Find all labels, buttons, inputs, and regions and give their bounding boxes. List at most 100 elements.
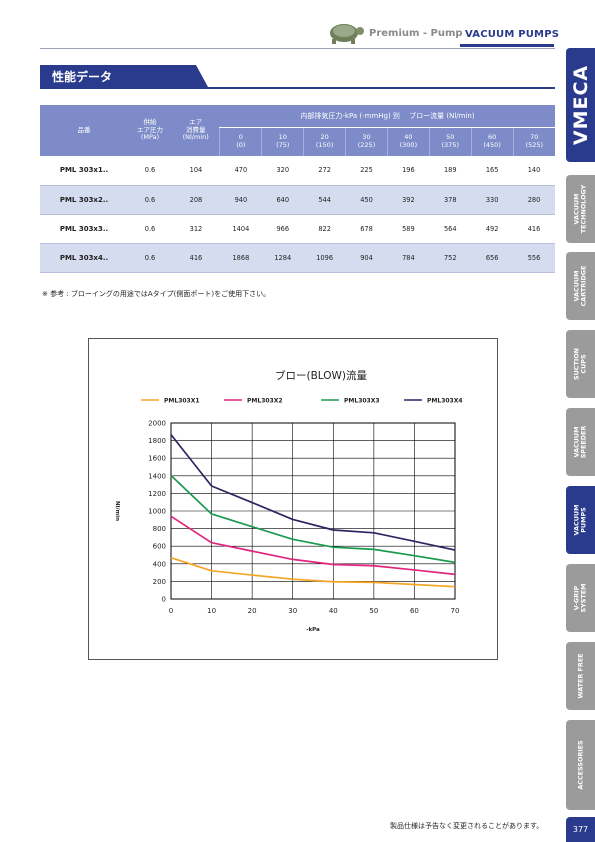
flow-cell: 784 bbox=[387, 243, 430, 272]
side-tab-label: WATER FREE bbox=[575, 653, 584, 699]
side-tab[interactable]: VACUUM SPEEDER bbox=[566, 408, 595, 476]
side-tab-label: VACUUM CARTRIDGE bbox=[572, 265, 588, 307]
brand-tab[interactable]: VMECA bbox=[566, 48, 595, 162]
turtle-logo-icon bbox=[330, 24, 364, 44]
model-cell: PML 303x1.. bbox=[59, 166, 109, 175]
side-tab[interactable]: VACUUM TECHNOLOGY bbox=[566, 175, 595, 243]
flow-cell: 1284 bbox=[261, 243, 304, 272]
x-tick-label: 60 bbox=[410, 607, 419, 615]
col-air-header: エア 消費量 (Nl/min) bbox=[171, 105, 220, 156]
flow-cell: 640 bbox=[261, 185, 304, 214]
col-model-header: 品番 bbox=[40, 105, 128, 156]
pressure-header: 50 (375) bbox=[428, 127, 472, 156]
flow-cell: 272 bbox=[318, 166, 331, 175]
table-row: PML 303x2.. 0.6 208 940 640 544 450 392 378 330 28… bbox=[40, 185, 555, 214]
flow-cell: 196 bbox=[402, 166, 415, 175]
footer-note: 製品仕様は予告なく変更されることがあります。 bbox=[390, 822, 544, 830]
x-tick-label: 20 bbox=[248, 607, 257, 615]
y-tick-label: 200 bbox=[153, 578, 166, 586]
air-consumption-cell: 416 bbox=[171, 243, 220, 272]
flow-cell: 320 bbox=[276, 166, 290, 175]
page-number: 377 bbox=[566, 817, 595, 842]
y-tick-label: 1200 bbox=[148, 490, 166, 498]
brand-logo: VMECA bbox=[569, 64, 592, 146]
header-premium-pump: Premium - Pump bbox=[369, 28, 463, 39]
table-row: PML 303x1.. 0.6 104 470 320 272 225 196 189 165 14… bbox=[40, 156, 555, 185]
air-consumption-cell: 312 bbox=[189, 224, 203, 233]
supply-pressure-cell: 0.6 bbox=[144, 224, 156, 233]
series-line bbox=[170, 434, 456, 551]
y-tick-label: 600 bbox=[153, 543, 166, 551]
col-supply-header: 供給 エア圧力 (MPa) bbox=[127, 105, 172, 156]
x-tick-label: 30 bbox=[288, 607, 297, 615]
supply-pressure-cell: 0.6 bbox=[127, 243, 172, 272]
table-header-row: 品番 供給 エア圧力 (MPa) エア 消費量 (Nl/min) 内部排気圧力-kPa … bbox=[40, 105, 555, 156]
flow-cell: 492 bbox=[485, 224, 499, 233]
pressure-header: 0 (0) bbox=[219, 127, 262, 156]
flow-cell: 1404 bbox=[232, 224, 250, 233]
flow-cell: 940 bbox=[219, 185, 262, 214]
x-tick-label: 0 bbox=[169, 607, 173, 615]
y-tick-label: 1400 bbox=[148, 472, 166, 480]
air-consumption-cell: 104 bbox=[189, 166, 203, 175]
side-tab[interactable]: ACCESSORIES bbox=[566, 720, 595, 810]
chart-svg: ブロー(BLOW)流量 PML303X1 PML303X2 PML303X3 PML30… bbox=[114, 369, 463, 633]
flow-cell: 330 bbox=[471, 185, 514, 214]
flow-cell: 556 bbox=[513, 243, 555, 272]
section-title: 性能データ bbox=[52, 70, 113, 84]
model-cell: PML 303x2.. bbox=[40, 185, 128, 214]
pressure-header: 60 (450) bbox=[470, 127, 514, 156]
chart-title: ブロー(BLOW)流量 bbox=[275, 369, 368, 382]
flow-cell: 189 bbox=[443, 166, 457, 175]
flow-cell: 589 bbox=[402, 224, 415, 233]
blow-flow-chart: ブロー(BLOW)流量 PML303X1 PML303X2 PML303X3 PML30… bbox=[88, 338, 498, 660]
legend-label: PML303X2 bbox=[247, 398, 283, 405]
pressure-header: 10 (75) bbox=[261, 127, 304, 156]
flow-cell: 678 bbox=[360, 224, 373, 233]
flow-cell: 1096 bbox=[303, 243, 346, 272]
legend-label: PML303X1 bbox=[164, 398, 200, 405]
side-tab[interactable]: WATER FREE bbox=[566, 642, 595, 710]
flow-cell: 140 bbox=[527, 166, 541, 175]
flow-cell: 225 bbox=[360, 166, 373, 175]
side-tab[interactable]: V-GRIP SYSTEM bbox=[566, 564, 595, 632]
flow-cell: 752 bbox=[429, 243, 472, 272]
flow-cell: 280 bbox=[513, 185, 555, 214]
flow-cell: 904 bbox=[345, 243, 388, 272]
x-tick-label: 40 bbox=[329, 607, 338, 615]
legend-label: PML303X4 bbox=[427, 398, 463, 405]
supply-pressure-cell: 0.6 bbox=[144, 166, 156, 175]
flow-cell: 450 bbox=[345, 185, 388, 214]
y-tick-label: 1000 bbox=[148, 508, 166, 516]
section-underline bbox=[40, 87, 555, 89]
header-accent-bar bbox=[460, 44, 554, 47]
flow-cell: 544 bbox=[303, 185, 346, 214]
flow-cell: 656 bbox=[471, 243, 514, 272]
flow-cell: 165 bbox=[485, 166, 499, 175]
flow-cell: 378 bbox=[429, 185, 472, 214]
side-tab[interactable]: VACUUM PUMPS bbox=[566, 486, 595, 554]
side-tab-label: ACCESSORIES bbox=[575, 740, 584, 790]
flow-cell: 966 bbox=[276, 224, 290, 233]
model-cell: PML 303x3.. bbox=[59, 224, 109, 233]
flow-cell: 416 bbox=[527, 224, 541, 233]
y-tick-label: 2000 bbox=[148, 420, 166, 428]
legend-label: PML303X3 bbox=[344, 398, 380, 405]
air-consumption-cell: 208 bbox=[171, 185, 220, 214]
col-group-header: 内部排気圧力-kPa (-mmHg) 別 ブロー流量 (Nl/min) bbox=[219, 105, 555, 128]
side-tab-label: SUCTION CUPS bbox=[572, 348, 588, 380]
flow-cell: 470 bbox=[234, 166, 248, 175]
pressure-header: 20 (150) bbox=[303, 127, 346, 156]
side-tab-label: V-GRIP SYSTEM bbox=[572, 583, 588, 613]
side-tab-label: VACUUM PUMPS bbox=[572, 504, 588, 536]
pressure-header: 70 (525) bbox=[512, 127, 555, 156]
side-tab[interactable]: SUCTION CUPS bbox=[566, 330, 595, 398]
table-note: ※ 参考 : ブローイングの用途ではAタイプ(側面ポート)をご使用下さい。 bbox=[42, 290, 271, 298]
pressure-header: 40 (300) bbox=[386, 127, 430, 156]
supply-pressure-cell: 0.6 bbox=[127, 185, 172, 214]
y-tick-label: 800 bbox=[153, 525, 166, 533]
flow-cell: 392 bbox=[387, 185, 430, 214]
flow-cell: 822 bbox=[318, 224, 331, 233]
header-divider bbox=[40, 48, 555, 49]
side-tab[interactable]: VACUUM CARTRIDGE bbox=[566, 252, 595, 320]
